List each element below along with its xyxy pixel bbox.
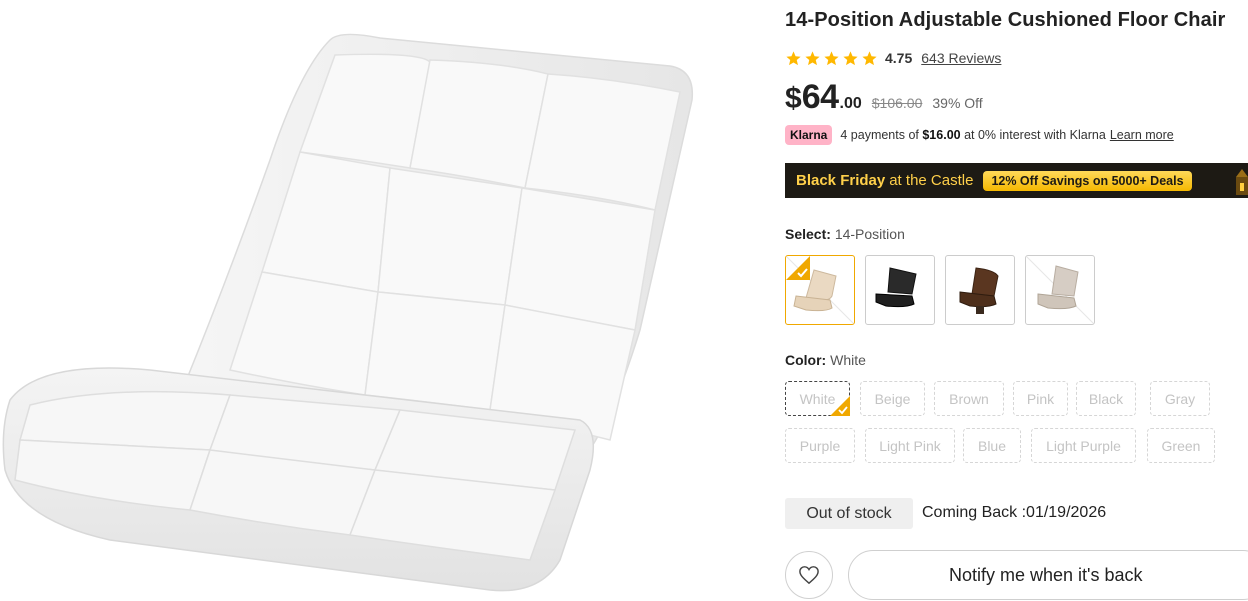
reviews-link[interactable]: 643 Reviews — [921, 50, 1001, 66]
color-option-green[interactable]: Green — [1147, 428, 1215, 463]
promo-text: at the Castle — [889, 172, 974, 189]
variant-thumb-black[interactable] — [865, 255, 935, 325]
price-row: $ 64 .00 $106.00 39% Off — [785, 78, 983, 117]
color-option-light-pink[interactable]: Light Pink — [865, 428, 955, 463]
rating-value: 4.75 — [885, 50, 913, 66]
star-icon — [862, 50, 877, 65]
rating-stars — [785, 50, 878, 67]
color-option-black[interactable]: Black — [1076, 381, 1136, 416]
discount-percent: 39% Off — [932, 95, 983, 111]
klarna-logo: Klarna — [785, 125, 833, 145]
klarna-learn-more-link[interactable]: Learn more — [1110, 128, 1174, 142]
stock-status-badge: Out of stock — [785, 498, 913, 529]
color-label: Color: White — [785, 352, 866, 368]
heart-icon — [799, 566, 819, 585]
castle-icon — [1236, 169, 1248, 195]
color-option-pink[interactable]: Pink — [1013, 381, 1068, 416]
color-option-brown[interactable]: Brown — [934, 381, 1004, 416]
brown-chair-image — [959, 267, 999, 314]
variant-thumbnails — [785, 255, 1095, 325]
product-image[interactable] — [0, 0, 735, 601]
original-price: $106.00 — [871, 95, 923, 111]
notify-me-button[interactable]: Notify me when it's back — [848, 550, 1248, 600]
promo-deal-badge: 12% Off Savings on 5000+ Deals — [983, 170, 1192, 191]
wishlist-button[interactable] — [785, 551, 833, 599]
color-option-blue[interactable]: Blue — [963, 428, 1021, 463]
klarna-amount: $16.00 — [922, 128, 961, 142]
klarna-text-after: at 0% interest with Klarna — [964, 128, 1106, 142]
select-label-value: 14-Position — [834, 226, 905, 242]
price-cents: .00 — [839, 95, 862, 112]
black-chair-image — [875, 267, 917, 308]
color-option-gray[interactable]: Gray — [1150, 381, 1210, 416]
selected-check-icon — [786, 256, 810, 280]
price-currency: $ — [785, 82, 802, 115]
star-icon — [843, 50, 858, 65]
product-title: 14-Position Adjustable Cushioned Floor C… — [785, 9, 1226, 31]
color-option-purple[interactable]: Purple — [785, 428, 855, 463]
star-icon — [805, 50, 820, 65]
restock-date: Coming Back :01/19/2026 — [922, 504, 1107, 521]
variant-thumb-beige[interactable] — [785, 255, 855, 325]
select-label: Select: 14-Position — [785, 226, 905, 242]
product-info-panel: 14-Position Adjustable Cushioned Floor C… — [785, 0, 1248, 601]
gray-chair-image — [1026, 256, 1094, 324]
color-option-light-purple[interactable]: Light Purple — [1031, 428, 1136, 463]
price-whole: 64 — [801, 78, 839, 116]
promo-highlight: Black Friday — [796, 172, 886, 189]
klarna-row: Klarna 4 payments of $16.00 at 0% intere… — [785, 125, 1174, 145]
promo-banner[interactable]: Black Friday at the Castle 12% Off Savin… — [785, 163, 1248, 198]
color-label-value: White — [830, 352, 866, 368]
variant-thumb-gray[interactable] — [1025, 255, 1095, 325]
klarna-text-before: 4 payments of — [840, 128, 919, 142]
selected-check-icon — [830, 396, 850, 416]
color-option-beige[interactable]: Beige — [860, 381, 925, 416]
star-icon — [824, 50, 839, 65]
star-icon — [786, 50, 801, 65]
select-label-title: Select: — [785, 226, 831, 242]
variant-thumb-brown[interactable] — [945, 255, 1015, 325]
rating-row: 4.75 643 Reviews — [785, 48, 1001, 68]
color-label-title: Color: — [785, 352, 827, 368]
